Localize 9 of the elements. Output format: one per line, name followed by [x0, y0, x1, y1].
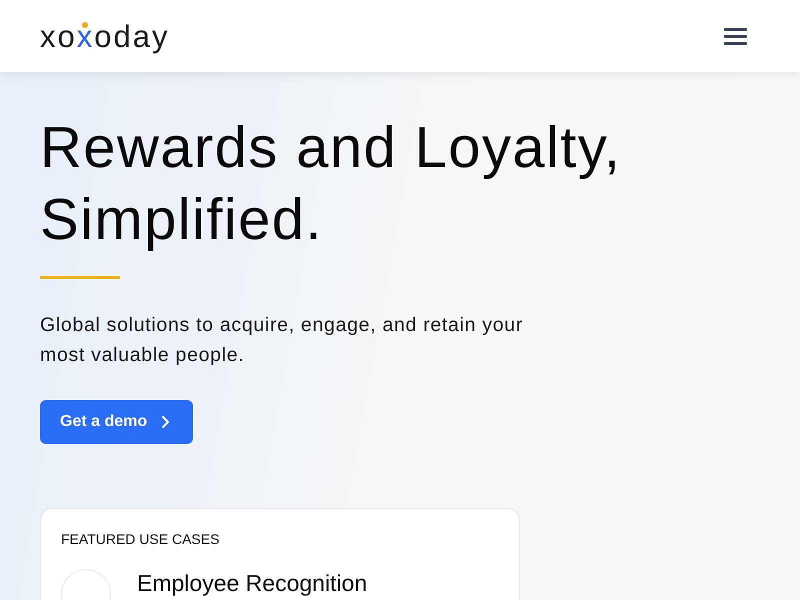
use-case-title[interactable]: Employee Recognition [137, 569, 368, 597]
dot-icon [82, 22, 88, 28]
menu-icon [724, 28, 746, 44]
demo-button[interactable]: Get a demo [40, 400, 194, 444]
chevron-right-icon [162, 416, 170, 428]
section-heading: FEATURED USE CASES [61, 530, 220, 549]
logo[interactable]: xoxoday [40, 20, 170, 52]
hero-subtitle: Global solutions to acquire, engage, and retain your most valuable people. [40, 313, 524, 368]
hero-title: Rewards and Loyalty, Simplified. [40, 114, 622, 254]
